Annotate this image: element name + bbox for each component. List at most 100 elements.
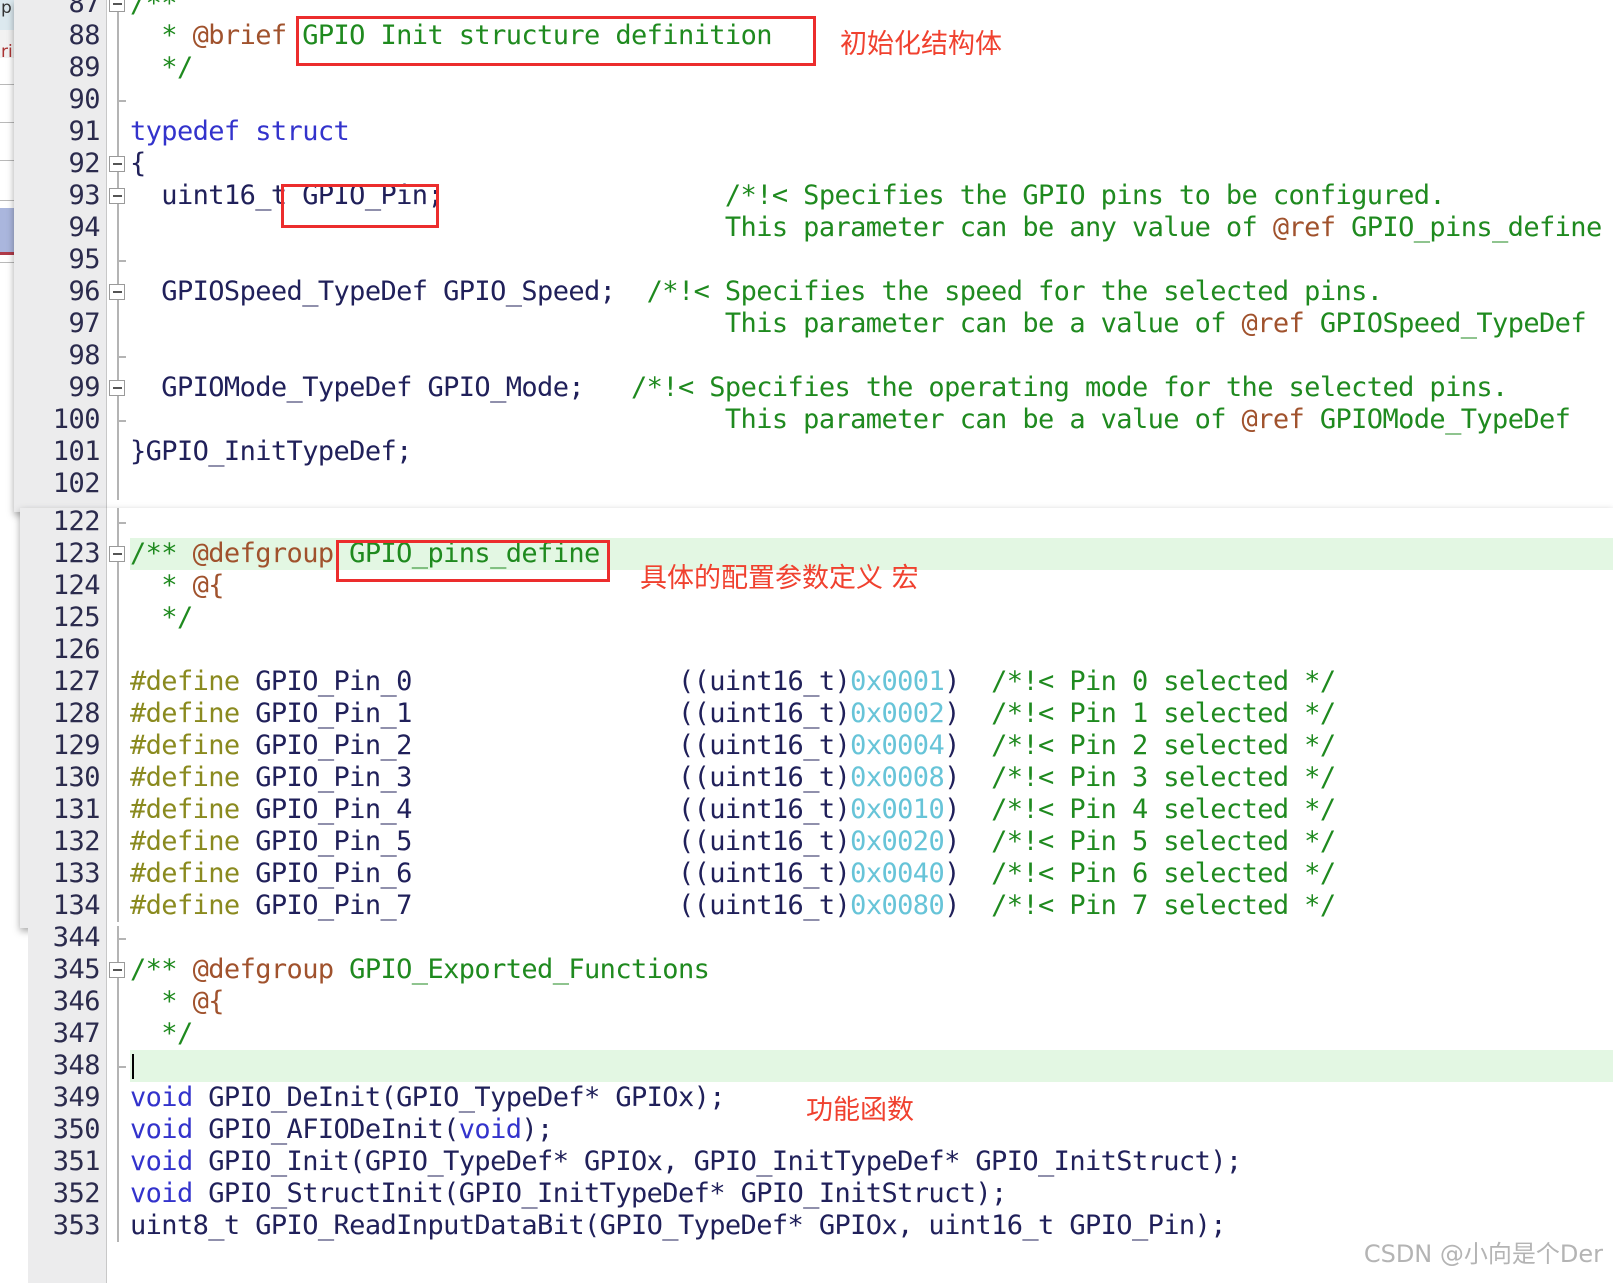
code-line[interactable]: 93 uint16_t GPIO_Pin; /*!< Specifies the… (14, 180, 1613, 212)
code-line[interactable]: 95 (14, 244, 1613, 276)
code-line[interactable]: 94 This parameter can be any value of @r… (14, 212, 1613, 244)
code-line[interactable]: 348 (28, 1050, 1613, 1082)
code-line[interactable]: 102 (14, 468, 1613, 500)
line-number: 130 (52, 762, 101, 793)
fold-column[interactable] (106, 954, 130, 986)
fold-column[interactable] (106, 148, 130, 180)
code-line[interactable]: 89 */ (14, 52, 1613, 84)
fold-column[interactable] (106, 698, 130, 730)
line-number: 123 (52, 538, 101, 569)
code-line[interactable]: 96 GPIOSpeed_TypeDef GPIO_Speed; /*!< Sp… (14, 276, 1613, 308)
code-line[interactable]: 346 * @{ (28, 986, 1613, 1018)
fold-column[interactable] (106, 468, 130, 500)
code-token: ) (944, 794, 960, 825)
fold-column[interactable] (106, 538, 130, 570)
code-line[interactable]: 127 #define GPIO_Pin_0 ((uint16_t)0x0001)… (20, 666, 1613, 698)
code-line[interactable]: 98 (14, 340, 1613, 372)
fold-column[interactable] (106, 602, 130, 634)
fold-column[interactable] (106, 116, 130, 148)
fold-column[interactable] (106, 634, 130, 666)
code-text: uint8_t GPIO_ReadInputDataBit(GPIO_TypeD… (130, 1210, 1226, 1242)
code-line[interactable]: 352 void GPIO_StructInit(GPIO_InitTypeDef… (28, 1178, 1613, 1210)
code-token: @brief (192, 20, 288, 51)
fold-column[interactable] (106, 404, 130, 436)
fold-column[interactable] (106, 52, 130, 84)
fold-guide-line (117, 826, 119, 858)
fold-column[interactable] (106, 84, 130, 116)
fold-collapse-icon[interactable] (109, 380, 125, 396)
code-line[interactable]: 344 (28, 926, 1613, 954)
fold-column[interactable] (106, 1050, 130, 1082)
code-line[interactable]: 129 #define GPIO_Pin_2 ((uint16_t)0x0004)… (20, 730, 1613, 762)
fold-guide-line (117, 1178, 119, 1210)
code-line[interactable]: 92 { (14, 148, 1613, 180)
fold-column[interactable] (106, 276, 130, 308)
fold-column[interactable] (106, 666, 130, 698)
fold-column[interactable] (106, 570, 130, 602)
fold-column[interactable] (106, 180, 130, 212)
code-line[interactable]: 345 /** @defgroup GPIO_Exported_Functions (28, 954, 1613, 986)
fold-column[interactable] (106, 890, 130, 922)
fold-column[interactable] (106, 20, 130, 52)
code-line[interactable]: 128 #define GPIO_Pin_1 ((uint16_t)0x0002)… (20, 698, 1613, 730)
code-text: #define GPIO_Pin_7 ((uint16_t)0x0080) /*… (130, 890, 1336, 922)
fold-column[interactable] (106, 762, 130, 794)
fold-collapse-icon[interactable] (109, 0, 125, 12)
code-line[interactable]: 101}GPIO_InitTypeDef; (14, 436, 1613, 468)
fold-collapse-icon[interactable] (109, 546, 125, 562)
fold-column[interactable] (106, 508, 130, 538)
fold-column[interactable] (106, 372, 130, 404)
fold-column[interactable] (106, 926, 130, 954)
fold-column[interactable] (106, 1018, 130, 1050)
fold-column[interactable] (106, 212, 130, 244)
fold-column[interactable] (106, 826, 130, 858)
fold-column[interactable] (106, 986, 130, 1018)
code-line[interactable]: 91 typedef struct (14, 116, 1613, 148)
code-line[interactable]: 131 #define GPIO_Pin_4 ((uint16_t)0x0010)… (20, 794, 1613, 826)
code-text: /** @defgroup GPIO_Exported_Functions (130, 954, 710, 986)
fold-column[interactable] (106, 1146, 130, 1178)
code-line[interactable]: 99 GPIOMode_TypeDef GPIO_Mode; /*!< Spec… (14, 372, 1613, 404)
fold-collapse-icon[interactable] (109, 284, 125, 300)
code-line[interactable]: 100 This parameter can be a value of @re… (14, 404, 1613, 436)
code-line[interactable]: 87 /** (14, 0, 1613, 20)
code-line[interactable]: 125 */ (20, 602, 1613, 634)
code-line[interactable]: 122 (20, 508, 1613, 538)
fold-column[interactable] (106, 340, 130, 372)
code-token: ) (944, 698, 960, 729)
code-line[interactable]: 88 * @brief GPIO Init structure definiti… (14, 20, 1613, 52)
fold-collapse-icon[interactable] (109, 156, 125, 172)
fold-column[interactable] (106, 1082, 130, 1114)
fold-column[interactable] (106, 0, 130, 20)
code-line[interactable]: 90 (14, 84, 1613, 116)
fold-column[interactable] (106, 308, 130, 340)
code-line[interactable]: 130 #define GPIO_Pin_3 ((uint16_t)0x0008)… (20, 762, 1613, 794)
code-token: ) (944, 762, 960, 793)
code-line[interactable]: 134 #define GPIO_Pin_7 ((uint16_t)0x0080)… (20, 890, 1613, 922)
fold-column[interactable] (106, 1178, 130, 1210)
fold-column[interactable] (106, 244, 130, 276)
code-line[interactable]: 126 (20, 634, 1613, 666)
fold-column[interactable] (106, 858, 130, 890)
line-number: 92 (68, 148, 100, 179)
code-line[interactable]: 97 This parameter can be a value of @ref… (14, 308, 1613, 340)
fold-collapse-icon[interactable] (109, 962, 125, 978)
code-line[interactable]: 132 #define GPIO_Pin_5 ((uint16_t)0x0020)… (20, 826, 1613, 858)
fold-column[interactable] (106, 436, 130, 468)
code-token: GPIO_Pin_6 (239, 858, 412, 889)
fold-collapse-icon[interactable] (109, 188, 125, 204)
code-line[interactable]: 351 void GPIO_Init(GPIO_TypeDef* GPIOx, G… (28, 1146, 1613, 1178)
fold-column[interactable] (106, 730, 130, 762)
fold-column[interactable] (106, 794, 130, 826)
line-number: 125 (52, 602, 101, 633)
fold-column[interactable] (106, 1114, 130, 1146)
line-number: 95 (68, 244, 100, 275)
code-token: GPIO_Pin_2 (239, 730, 412, 761)
fold-column[interactable] (106, 1210, 130, 1242)
code-line[interactable]: 347 */ (28, 1018, 1613, 1050)
fold-guide-line (117, 602, 119, 634)
code-line[interactable]: 133 #define GPIO_Pin_6 ((uint16_t)0x0040)… (20, 858, 1613, 890)
code-pane-struct-definition[interactable]: 87/** 88 * @brief GPIO Init structure def… (14, 0, 1613, 512)
